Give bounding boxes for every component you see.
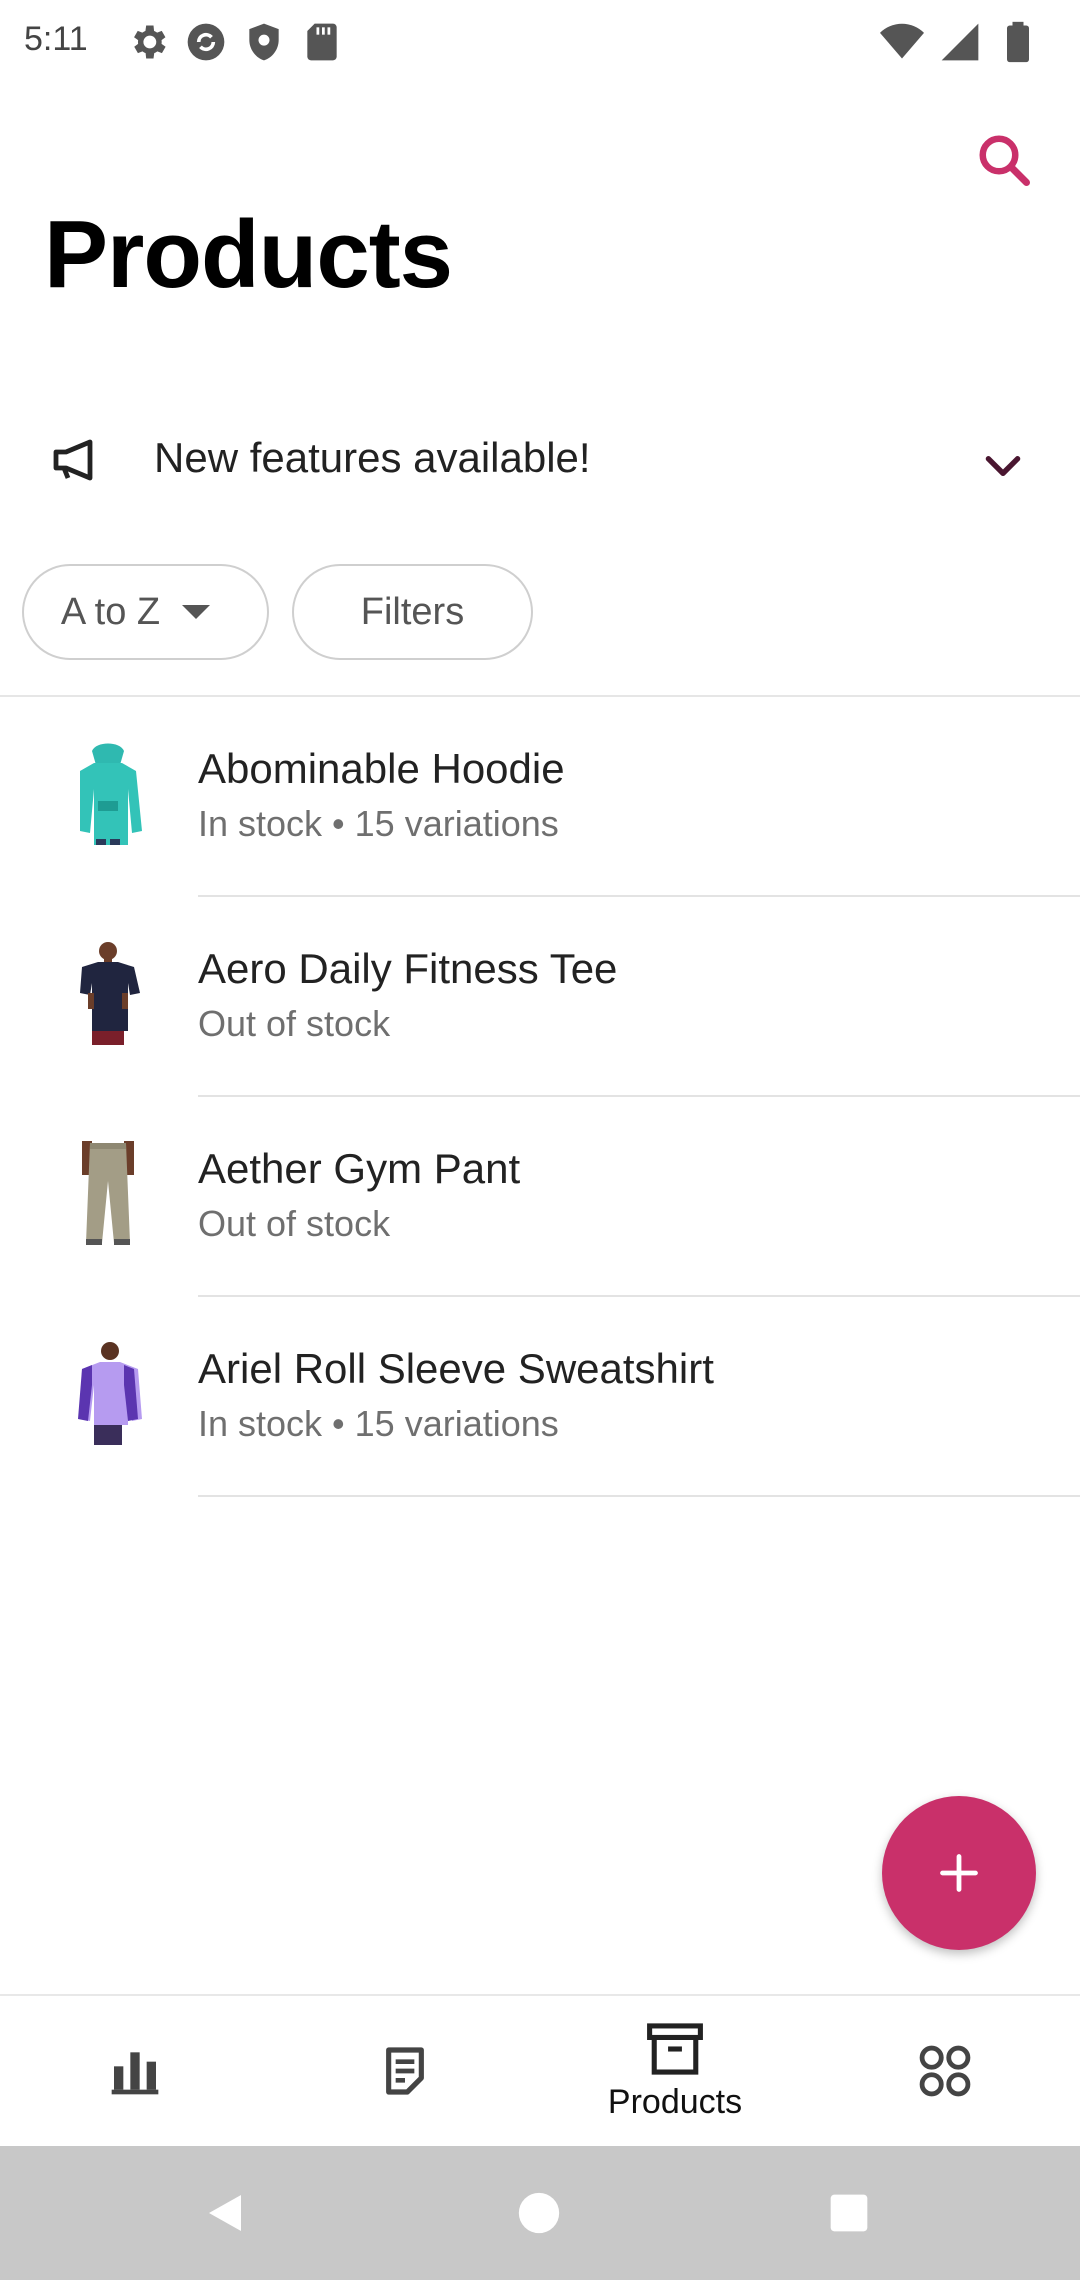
orders-icon: [386, 2047, 424, 2095]
status-icons-right: [880, 20, 1040, 64]
battery-icon: [1007, 21, 1029, 63]
status-bar: 5:11: [0, 0, 1080, 84]
shield-icon: [249, 23, 279, 61]
filters-chip[interactable]: Filters: [292, 564, 533, 660]
product-status: Out of stock: [198, 1203, 391, 1244]
status-time: 5:11: [24, 20, 88, 58]
settings-icon: [134, 25, 166, 59]
product-status: Out of stock: [198, 1003, 391, 1044]
sort-chip[interactable]: A to Z: [22, 564, 269, 660]
product-row[interactable]: Ariel Roll Sleeve Sweatshirt In stock • …: [0, 1297, 1080, 1497]
product-name: Aether Gym Pant: [198, 1145, 521, 1192]
add-product-button[interactable]: [882, 1796, 1036, 1950]
home-icon: [518, 2192, 560, 2234]
nav-item-orders[interactable]: [270, 1996, 540, 2146]
feature-banner-text: New features available!: [154, 434, 591, 481]
bottom-navigation: Products: [0, 1994, 1080, 2146]
row-divider: [198, 1495, 1080, 1497]
products-box-icon: [647, 2022, 703, 2075]
product-thumbnail: [80, 743, 142, 845]
recents-icon: [830, 2194, 868, 2232]
nav-item-analytics[interactable]: [0, 1996, 270, 2146]
sync-icon: [187, 23, 225, 61]
product-status: In stock • 15 variations: [198, 803, 559, 844]
search-icon: [979, 135, 1030, 186]
status-icons-left: [126, 20, 344, 64]
wifi-icon: [880, 23, 924, 59]
product-row[interactable]: Aero Daily Fitness Tee Out of stock: [0, 897, 1080, 1097]
product-row[interactable]: Aether Gym Pant Out of stock: [0, 1097, 1080, 1297]
nav-label-products: Products: [607, 2082, 743, 2121]
product-thumbnail: [82, 1141, 134, 1245]
cell-signal-icon: [941, 23, 979, 61]
nav-item-products[interactable]: Products: [540, 1996, 810, 2146]
megaphone-icon: [53, 439, 93, 481]
menu-grid-icon: [919, 2045, 971, 2097]
system-navigation-bar: [0, 2146, 1080, 2280]
system-home-button[interactable]: [502, 2176, 576, 2250]
product-name: Ariel Roll Sleeve Sweatshirt: [198, 1345, 714, 1392]
product-name: Abominable Hoodie: [198, 745, 565, 792]
plus-icon: [940, 1854, 978, 1892]
bar-chart-icon: [111, 2052, 159, 2095]
product-name: Aero Daily Fitness Tee: [198, 945, 618, 992]
product-status: In stock • 15 variations: [198, 1403, 559, 1444]
product-list: Abominable Hoodie In stock • 15 variatio…: [0, 697, 1080, 1497]
filters-chip-label: Filters: [360, 590, 465, 633]
sort-chip-label: A to Z: [60, 590, 161, 633]
search-button[interactable]: [968, 124, 1040, 196]
feature-banner[interactable]: New features available!: [0, 410, 1080, 510]
system-recents-button[interactable]: [812, 2176, 886, 2250]
nav-item-menu[interactable]: [810, 1996, 1080, 2146]
system-back-button[interactable]: [188, 2176, 262, 2250]
product-thumbnail: [78, 1342, 142, 1445]
sd-card-icon: [307, 23, 337, 61]
product-thumbnail: [80, 942, 140, 1045]
chevron-down-icon[interactable]: [978, 440, 1028, 490]
dropdown-caret-icon: [182, 605, 211, 619]
back-icon: [209, 2195, 241, 2231]
page-title: Products: [44, 201, 453, 308]
product-row[interactable]: Abominable Hoodie In stock • 15 variatio…: [0, 697, 1080, 897]
